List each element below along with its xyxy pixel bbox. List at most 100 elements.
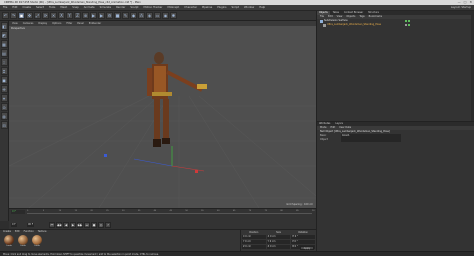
object-row-lumberjack[interactable]: Ultra_Lumberjack_Woodsman_Standing_Pose (317, 23, 474, 27)
tweak-mode-button[interactable]: ⌖ (0, 94, 8, 102)
material-menu-edit[interactable]: Edit (15, 230, 20, 234)
workplane-button[interactable]: ▤ (0, 49, 8, 57)
live-select-button[interactable]: ▣ (18, 12, 25, 19)
attribute-row[interactable]: Object (317, 138, 474, 142)
camera-button[interactable]: ◉ (162, 12, 169, 19)
lock-y-button[interactable]: Y (66, 12, 73, 19)
menu-sculpt[interactable]: Sculpt (130, 6, 138, 9)
visibility-dot-icon[interactable] (405, 24, 407, 26)
render-view-button[interactable]: ▶ (90, 12, 97, 19)
lock-workplane-button[interactable]: ⊟ (0, 121, 8, 129)
viewport-menu-cameras[interactable]: Cameras (23, 22, 34, 25)
redo-button[interactable]: ↷ (10, 12, 17, 19)
playback-button-5[interactable]: ⏭ (84, 222, 90, 228)
timeline-tick-label: 40 (153, 210, 157, 212)
end-frame-field[interactable]: 90 F (27, 223, 35, 227)
rotate-button[interactable]: ⟳ (42, 12, 49, 19)
attribute-value[interactable] (341, 138, 401, 142)
viewport-menu-options[interactable]: Options (52, 22, 61, 25)
edges-mode-button[interactable]: ⌗ (0, 67, 8, 75)
light-button[interactable]: ✺ (170, 12, 177, 19)
perspective-viewport[interactable]: Perspective Grid Spacing : 100 cm (9, 26, 316, 208)
menu-mesh[interactable]: Mesh (60, 6, 67, 9)
menu-mograph[interactable]: MoGraph (167, 6, 179, 9)
recent-button[interactable]: ✕ (50, 12, 57, 19)
menu-script[interactable]: Script (232, 6, 240, 9)
playback-button-4[interactable]: ▶▶ (77, 222, 83, 228)
check-icon[interactable] (408, 24, 410, 26)
move-button[interactable]: ✥ (26, 12, 33, 19)
menu-simulate[interactable]: Simulate (100, 6, 111, 9)
material-swatch[interactable]: Lumb (31, 235, 43, 247)
lumberjack-figure[interactable] (147, 52, 207, 147)
coord-system-button[interactable]: ⊕ (82, 12, 89, 19)
viewport-menu-panel[interactable]: Panel (77, 22, 83, 25)
menu-motion-tracker[interactable]: Motion Tracker (143, 6, 162, 9)
menu-window[interactable]: Window (244, 6, 254, 9)
viewport-menu-display[interactable]: Display (38, 22, 47, 25)
start-frame-field[interactable]: 0 F (11, 223, 17, 227)
position-x-field[interactable]: X 0 cm (242, 235, 266, 239)
current-frame-field[interactable]: 0 F (11, 210, 25, 214)
viewport-menu-filter[interactable]: Filter (66, 22, 72, 25)
menu-pipeline[interactable]: Pipeline (202, 6, 212, 9)
viewport-menu-prorender[interactable]: ProRender (89, 22, 101, 25)
sculpt-button[interactable]: ◍ (0, 112, 8, 120)
size-x-field[interactable]: X 0 cm (266, 235, 291, 239)
size-z-field[interactable]: Z 0 cm (266, 245, 291, 249)
position-z-field[interactable]: Z 0 cm (242, 245, 266, 249)
visibility-dot-icon[interactable] (405, 20, 407, 22)
menu-character[interactable]: Character (184, 6, 197, 9)
rotation-h-field[interactable]: H 0 ° (291, 235, 316, 239)
render-settings-button[interactable]: ⚙ (106, 12, 113, 19)
viewport-menu-view[interactable]: View (12, 22, 18, 25)
playback-button-0[interactable]: ⏮ (49, 222, 55, 228)
lock-z-button[interactable]: Z (74, 12, 81, 19)
playback-button-6[interactable]: ● (91, 222, 97, 228)
timeline-ruler[interactable]: 0 5 10 15 20 25 30 35 40 45 50 55 60 65 70 75 80 85 90 (27, 210, 315, 214)
undo-button[interactable]: ↶ (2, 12, 9, 19)
render-picture-button[interactable]: ▶ (98, 12, 105, 19)
material-menu-create[interactable]: Create (3, 230, 11, 234)
cube-button[interactable]: ■ (114, 12, 121, 19)
snap-button[interactable]: ⊙ (0, 103, 8, 111)
menu-plugins[interactable]: Plugins (217, 6, 226, 9)
deformer-button[interactable]: ◈ (146, 12, 153, 19)
size-y-field[interactable]: Y 0 cm (266, 240, 291, 244)
apply-button[interactable]: Apply (300, 246, 314, 250)
playback-button-1[interactable]: ◀◀ (56, 222, 62, 228)
playback-button-8[interactable]: ? (105, 222, 111, 228)
check-icon[interactable] (408, 20, 410, 22)
scale-button[interactable]: ⤢ (34, 12, 41, 19)
rotation-p-field[interactable]: P 0 ° (291, 240, 316, 244)
array-button[interactable]: ⁂ (138, 12, 145, 19)
menu-edit[interactable]: Edit (12, 6, 17, 9)
timeline[interactable]: 0 F 0 5 10 15 20 25 30 35 40 45 50 55 60 65 70 75 80 85 90 (9, 208, 316, 221)
points-mode-button[interactable]: ⁙ (0, 58, 8, 66)
material-swatch[interactable]: Lumb (17, 235, 29, 247)
floor-button[interactable]: ▭ (154, 12, 161, 19)
playback-button-3[interactable]: ▶ (70, 222, 76, 228)
make-editable-button[interactable]: ◧ (0, 22, 8, 30)
axis-mode-button[interactable]: ✛ (0, 85, 8, 93)
menu-tools[interactable]: Tools (49, 6, 55, 9)
menu-render[interactable]: Render (116, 6, 125, 9)
menu-file[interactable]: File (3, 6, 7, 9)
subdivision-button[interactable]: ◆ (130, 12, 137, 19)
menu-snap[interactable]: Snap (72, 6, 79, 9)
position-y-field[interactable]: Y 0 cm (242, 240, 266, 244)
texture-mode-button[interactable]: ▦ (0, 40, 8, 48)
pen-button[interactable]: ✎ (122, 12, 129, 19)
model-mode-button[interactable]: ◩ (0, 31, 8, 39)
playback-button-2[interactable]: ◀ (63, 222, 69, 228)
playback-button-7[interactable]: ◎ (98, 222, 104, 228)
polygons-mode-button[interactable]: ◼ (0, 76, 8, 84)
menu-help[interactable]: Help (259, 6, 265, 9)
menu-select[interactable]: Select (36, 6, 44, 9)
material-swatch[interactable]: Lumb (3, 235, 15, 247)
material-menu-texture[interactable]: Texture (38, 230, 47, 234)
menu-animate[interactable]: Animate (84, 6, 95, 9)
lock-x-button[interactable]: X (58, 12, 65, 19)
material-menu-function[interactable]: Function (24, 230, 34, 234)
menu-create[interactable]: Create (22, 6, 31, 9)
